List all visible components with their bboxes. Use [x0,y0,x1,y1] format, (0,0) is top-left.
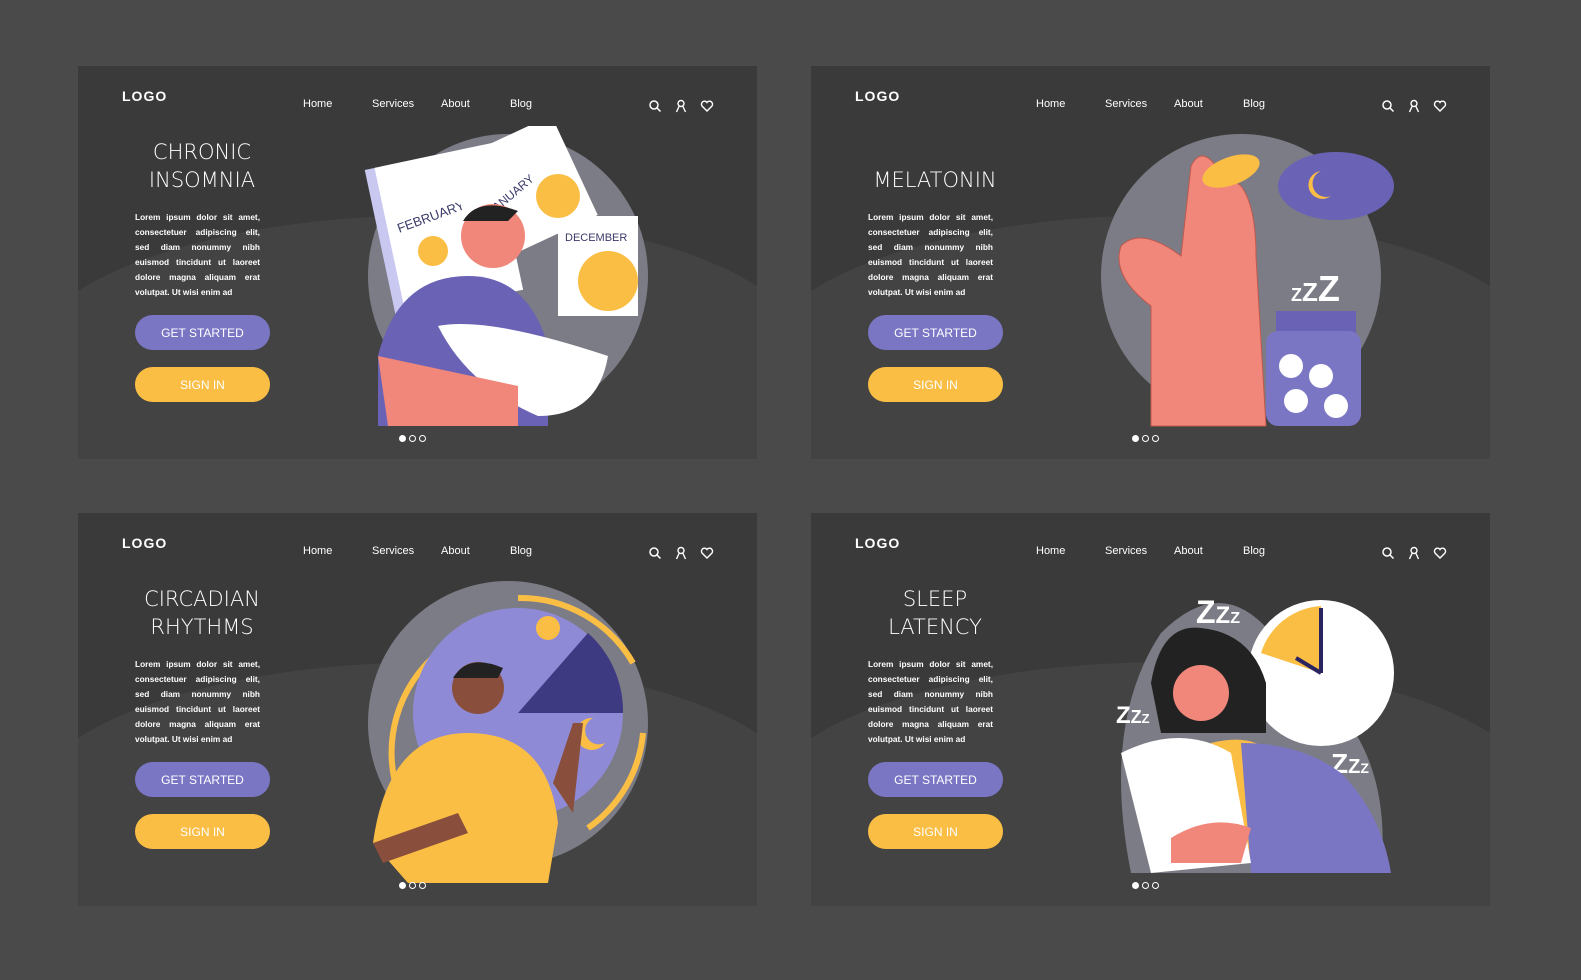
header-icons [648,99,714,113]
nav-link-blog[interactable]: Blog [510,545,532,557]
title-line: CHRONIC [152,140,252,164]
nav-link-home[interactable]: Home [303,545,332,557]
logo[interactable]: LOGO [855,88,900,104]
carousel-dot[interactable] [419,435,426,442]
landing-card-man-day-night-cycle: LOGO Home Services About Blog CIRCADIAN RHYTHM… [78,513,757,906]
get-started-button[interactable]: GET STARTED [868,315,1003,350]
calendar-label: DECEMBER [565,232,627,244]
carousel-dot[interactable] [399,435,406,442]
title-line: MELATONIN [873,168,997,192]
get-started-button[interactable]: GET STARTED [135,762,270,797]
search-icon[interactable] [1381,546,1395,560]
carousel-dots [1132,435,1159,442]
nav-link-blog[interactable]: Blog [1243,545,1265,557]
nav-link-services[interactable]: Services [1105,545,1147,557]
nav-link-services[interactable]: Services [372,98,414,110]
nav-link-about[interactable]: About [441,545,470,557]
header-icons [648,546,714,560]
carousel-dots [399,882,426,889]
search-icon[interactable] [648,546,662,560]
zzz-text: ZZZ [1196,594,1240,630]
carousel-dots [1132,882,1159,889]
dream-cloud [1278,152,1394,220]
title-line: RHYTHMS [150,615,254,639]
hero-description: Lorem ipsum dolor sit amet, consectetuer… [868,212,993,297]
title-line: CIRCADIAN [144,587,260,611]
sun-icon [536,616,560,640]
carousel-dot[interactable] [419,882,426,889]
sign-in-button[interactable]: SIGN IN [135,367,270,402]
pill-jar [1266,311,1361,426]
heart-icon[interactable] [1433,99,1447,113]
man-with-calendars-illustration: FEBRUARY JANUARYDECEMBER [364,126,648,426]
sign-in-button[interactable]: SIGN IN [868,367,1003,402]
carousel-dot[interactable] [1142,882,1149,889]
sad-face-icon [536,174,580,218]
hero-description: Lorem ipsum dolor sit amet, consectetuer… [868,659,993,744]
nav-link-home[interactable]: Home [1036,545,1065,557]
sign-in-button[interactable]: SIGN IN [868,814,1003,849]
title-line: INSOMNIA [148,168,256,192]
nav-link-about[interactable]: About [441,98,470,110]
hand-with-pill-illustration: ZZZ [1101,134,1394,427]
nav-link-blog[interactable]: Blog [510,98,532,110]
man-day-night-cycle-illustration [368,581,648,883]
logo[interactable]: LOGO [122,535,167,551]
heart-icon[interactable] [1433,546,1447,560]
nav-link-home[interactable]: Home [303,98,332,110]
search-icon[interactable] [1381,99,1395,113]
nav-link-blog[interactable]: Blog [1243,98,1265,110]
nav-link-services[interactable]: Services [372,545,414,557]
landing-card-woman-with-clock: LOGO Home Services About Blog SLEEP LATENCY Lor… [811,513,1490,906]
hero-description: Lorem ipsum dolor sit amet, consectetuer… [135,212,260,297]
heart-icon[interactable] [700,546,714,560]
landing-card-man-with-calendars: LOGO Home Services About Blog CHRONIC INSOMNIA… [78,66,757,459]
nav-link-about[interactable]: About [1174,98,1203,110]
nav-link-about[interactable]: About [1174,545,1203,557]
hero-title: SLEEP LATENCY [845,585,1025,641]
landing-card-hand-with-pill: LOGO Home Services About Blog MELATONIN Lorem … [811,66,1490,459]
sad-face-icon [418,236,448,266]
hero-title: MELATONIN [845,166,1025,194]
heart-icon[interactable] [700,99,714,113]
user-icon[interactable] [1407,99,1421,113]
woman-with-clock-illustration: ZZZZZZZZZ [1116,594,1394,873]
carousel-dot[interactable] [1132,435,1139,442]
user-icon[interactable] [674,99,688,113]
sign-in-button[interactable]: SIGN IN [135,814,270,849]
get-started-button[interactable]: GET STARTED [868,762,1003,797]
get-started-button[interactable]: GET STARTED [135,315,270,350]
hero-title: CIRCADIAN RHYTHMS [112,585,292,641]
hero-description: Lorem ipsum dolor sit amet, consectetuer… [135,659,260,744]
carousel-dot[interactable] [1132,882,1139,889]
carousel-dot[interactable] [1152,435,1159,442]
user-icon[interactable] [674,546,688,560]
title-line: SLEEP [902,587,968,611]
carousel-dot[interactable] [409,435,416,442]
sad-face-icon [578,251,638,311]
logo[interactable]: LOGO [855,535,900,551]
header-icons [1381,99,1447,113]
nav-link-home[interactable]: Home [1036,98,1065,110]
carousel-dot[interactable] [1142,435,1149,442]
header-icons [1381,546,1447,560]
user-icon[interactable] [1407,546,1421,560]
hero-title: CHRONIC INSOMNIA [112,138,292,194]
carousel-dot[interactable] [399,882,406,889]
nav-link-services[interactable]: Services [1105,98,1147,110]
title-line: LATENCY [888,615,982,639]
clock-icon [1248,600,1394,746]
carousel-dot[interactable] [409,882,416,889]
search-icon[interactable] [648,99,662,113]
carousel-dot[interactable] [1152,882,1159,889]
carousel-dots [399,435,426,442]
logo[interactable]: LOGO [122,88,167,104]
